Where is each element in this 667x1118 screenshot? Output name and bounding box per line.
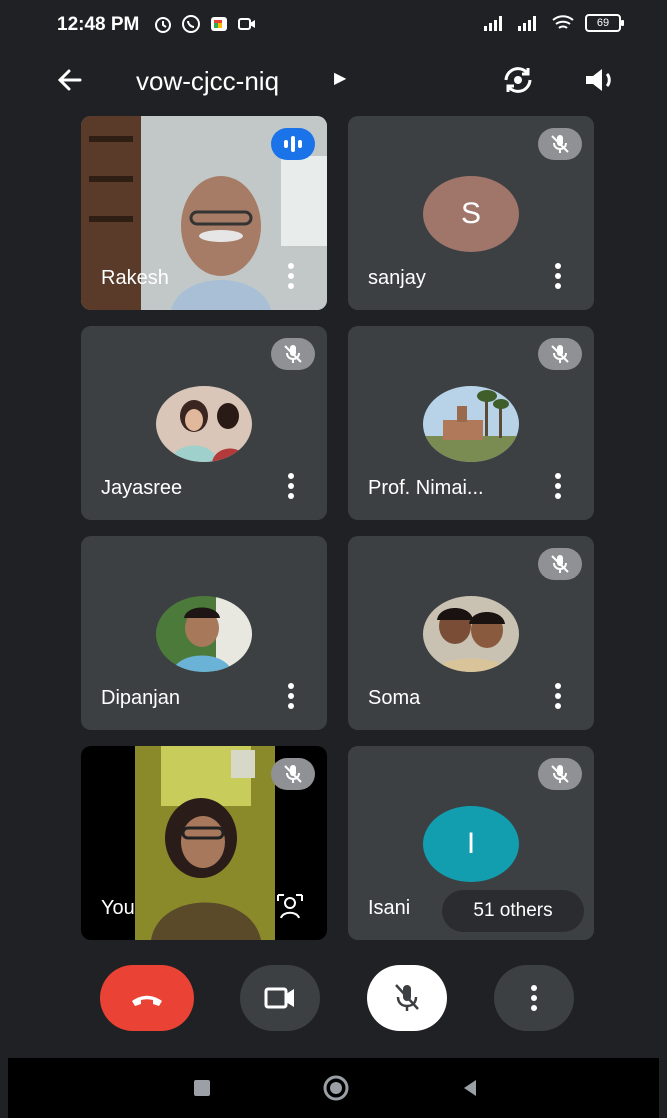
background-effects-icon[interactable] <box>275 892 305 922</box>
back-arrow-icon[interactable] <box>52 62 88 98</box>
participant-name: Rakesh <box>101 267 169 289</box>
participant-name: Jayasree <box>101 477 183 499</box>
muted-indicator <box>271 758 315 790</box>
battery-indicator: 69 <box>585 14 624 32</box>
whatsapp-icon <box>182 15 200 33</box>
alarm-icon <box>155 17 171 33</box>
more-options-icon[interactable] <box>552 682 564 710</box>
more-options-icon[interactable] <box>285 262 297 290</box>
avatar-photo <box>423 596 519 672</box>
avatar-initial: S <box>423 176 519 252</box>
muted-indicator <box>538 548 582 580</box>
participant-tile-dipanjan[interactable]: Dipanjan <box>81 536 327 730</box>
mic-off-icon <box>395 984 419 1011</box>
mic-off-icon <box>551 345 569 363</box>
play-arrow-icon[interactable]: ▶ <box>334 68 346 88</box>
participant-name: sanjay <box>368 267 426 289</box>
participant-name: Soma <box>368 687 421 709</box>
muted-indicator <box>538 128 582 160</box>
switch-camera-icon[interactable] <box>498 60 538 100</box>
muted-indicator <box>538 338 582 370</box>
mic-off-icon <box>551 765 569 783</box>
more-options-icon[interactable] <box>552 262 564 290</box>
more-options-button[interactable] <box>494 965 574 1031</box>
speaking-indicator <box>271 128 315 160</box>
video-camera-icon <box>264 987 294 1009</box>
recents-icon[interactable] <box>192 1078 212 1098</box>
meet-app-screen: 12:48 PM 69 vow-cjcc-niq ▶ Rakesh S sanj… <box>8 0 659 1118</box>
avatar-photo <box>156 386 252 462</box>
mic-off-icon <box>551 135 569 153</box>
self-view-tile[interactable]: You <box>81 746 327 940</box>
back-icon[interactable] <box>460 1078 480 1098</box>
system-nav-bar <box>8 1058 659 1118</box>
participant-tile-rakesh[interactable]: Rakesh <box>81 116 327 310</box>
hang-up-icon <box>132 995 162 1006</box>
meeting-code[interactable]: vow-cjcc-niq <box>136 66 279 97</box>
home-icon[interactable] <box>322 1074 350 1102</box>
muted-indicator <box>538 758 582 790</box>
microphone-button[interactable] <box>367 965 447 1031</box>
participant-name: Dipanjan <box>101 687 180 709</box>
avatar-initial: I <box>423 806 519 882</box>
signal-icon <box>518 16 536 31</box>
google-meet-icon <box>211 17 227 31</box>
participant-tile-jayasree[interactable]: Jayasree <box>81 326 327 520</box>
participant-tile-prof-nimai[interactable]: Prof. Nimai... <box>348 326 594 520</box>
status-time: 12:48 PM <box>57 14 140 35</box>
muted-indicator <box>271 338 315 370</box>
call-header: vow-cjcc-niq ▶ <box>8 56 659 106</box>
avatar-photo <box>156 596 252 672</box>
participant-tile-sanjay[interactable]: S sanjay <box>348 116 594 310</box>
signal-icon <box>484 16 502 31</box>
camera-button[interactable] <box>240 965 320 1031</box>
mic-off-icon <box>284 345 302 363</box>
mic-off-icon <box>551 555 569 573</box>
video-status-icon <box>238 18 255 30</box>
participant-name: Isani <box>368 897 411 919</box>
wifi-icon <box>552 15 574 29</box>
audio-level-icon <box>284 136 302 152</box>
speaker-icon[interactable] <box>580 60 620 100</box>
more-options-icon[interactable] <box>552 472 564 500</box>
more-options-icon[interactable] <box>285 472 297 500</box>
participant-name: You <box>101 897 135 919</box>
participant-name: Prof. Nimai... <box>368 477 484 499</box>
participant-tile-soma[interactable]: Soma <box>348 536 594 730</box>
participant-tile-isani[interactable]: I Isani 51 others <box>348 746 594 940</box>
others-count-chip[interactable]: 51 others <box>442 890 584 932</box>
end-call-button[interactable] <box>100 965 194 1031</box>
call-controls <box>8 955 659 1045</box>
more-options-icon[interactable] <box>285 682 297 710</box>
mic-off-icon <box>284 765 302 783</box>
more-vert-icon <box>531 985 537 1011</box>
avatar-photo <box>423 386 519 462</box>
status-bar: 12:48 PM 69 <box>8 0 659 56</box>
